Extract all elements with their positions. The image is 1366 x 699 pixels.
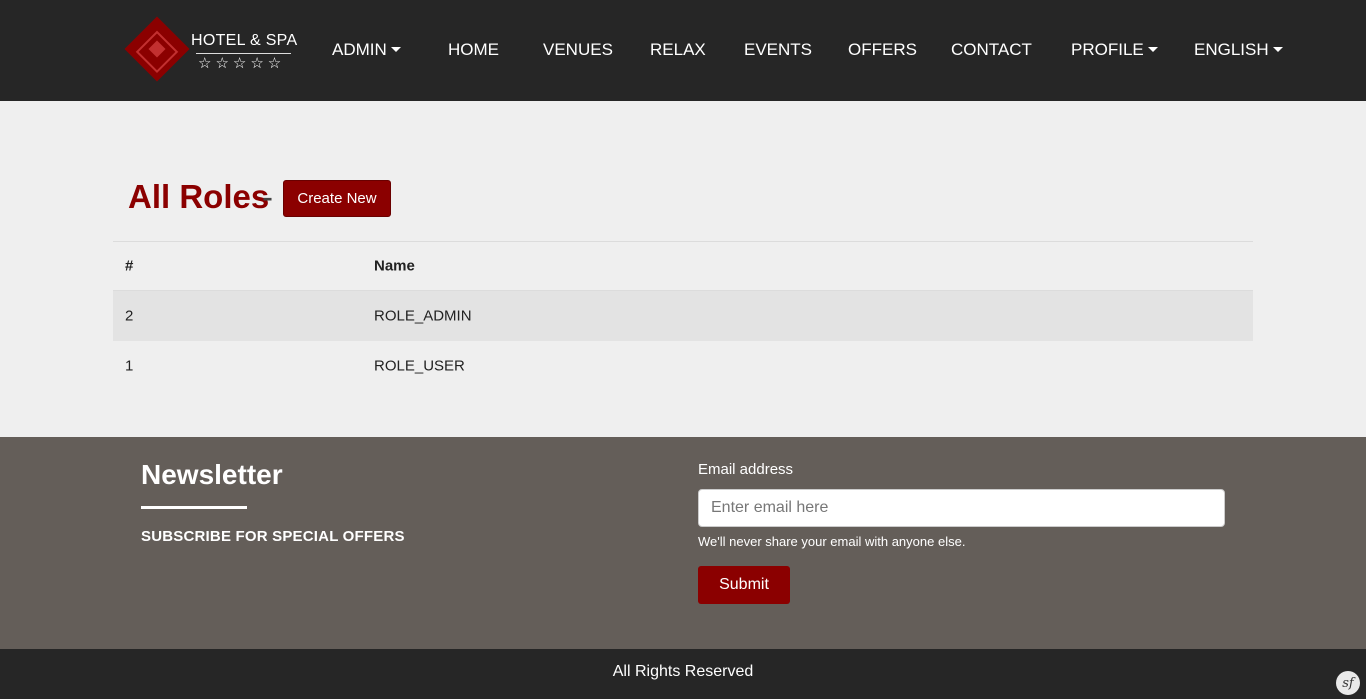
nav-profile-label: PROFILE [1071, 40, 1144, 59]
brand-stars-icon: ☆☆☆☆☆ [198, 55, 286, 72]
nav-venues[interactable]: VENUES [543, 40, 613, 60]
roles-table: # Name 2 ROLE_ADMIN 1 ROLE_USER [113, 241, 1253, 391]
email-input[interactable] [698, 489, 1225, 527]
newsletter-title: Newsletter [141, 459, 283, 490]
nav-offers[interactable]: OFFERS [848, 40, 917, 60]
table-row: 1 ROLE_USER [113, 341, 1253, 391]
submit-button[interactable]: Submit [698, 566, 790, 604]
caret-down-icon [390, 47, 401, 52]
brand-logo[interactable]: HOTEL & SPA ☆☆☆☆☆ [124, 16, 298, 82]
nav-admin-dropdown[interactable]: ADMIN [332, 40, 401, 60]
role-name: ROLE_ADMIN [374, 307, 472, 325]
table-row: 2 ROLE_ADMIN [113, 291, 1253, 341]
footer-copyright: All Rights Reserved [612, 663, 754, 680]
brand-name: HOTEL & SPA [191, 32, 298, 49]
newsletter-subtitle: SUBSCRIBE FOR SPECIAL OFFERS [141, 528, 405, 545]
title-separator: - [262, 178, 273, 215]
nav-language-dropdown[interactable]: ENGLISH [1194, 40, 1283, 60]
logo-diamond-icon [124, 16, 190, 82]
role-id: 1 [125, 357, 134, 375]
email-help-text: We'll never share your email with anyone… [698, 534, 966, 549]
newsletter-section: Newsletter SUBSCRIBE FOR SPECIAL OFFERS … [0, 437, 1366, 649]
nav-language-label: ENGLISH [1194, 40, 1269, 59]
caret-down-icon [1147, 47, 1158, 52]
create-new-button[interactable]: Create New [283, 180, 391, 217]
column-header-id: # [125, 257, 134, 275]
top-navbar: HOTEL & SPA ☆☆☆☆☆ ADMIN HOME VENUES RELA… [0, 0, 1366, 101]
newsletter-title-underline [141, 506, 247, 509]
role-name: ROLE_USER [374, 357, 465, 375]
page-footer: All Rights Reserved sf [0, 649, 1366, 699]
caret-down-icon [1272, 47, 1283, 52]
role-id: 2 [125, 307, 134, 325]
nav-home[interactable]: HOME [448, 40, 499, 60]
table-header: # Name [113, 241, 1253, 291]
nav-events[interactable]: EVENTS [744, 40, 812, 60]
page-title: All Roles [128, 178, 270, 215]
email-label: Email address [698, 461, 794, 478]
column-header-name: Name [374, 257, 415, 275]
nav-profile-dropdown[interactable]: PROFILE [1071, 40, 1158, 60]
symfony-toolbar-icon[interactable]: sf [1336, 671, 1360, 695]
nav-contact[interactable]: CONTACT [951, 40, 1032, 60]
nav-relax[interactable]: RELAX [650, 40, 706, 60]
nav-admin-label: ADMIN [332, 40, 387, 59]
